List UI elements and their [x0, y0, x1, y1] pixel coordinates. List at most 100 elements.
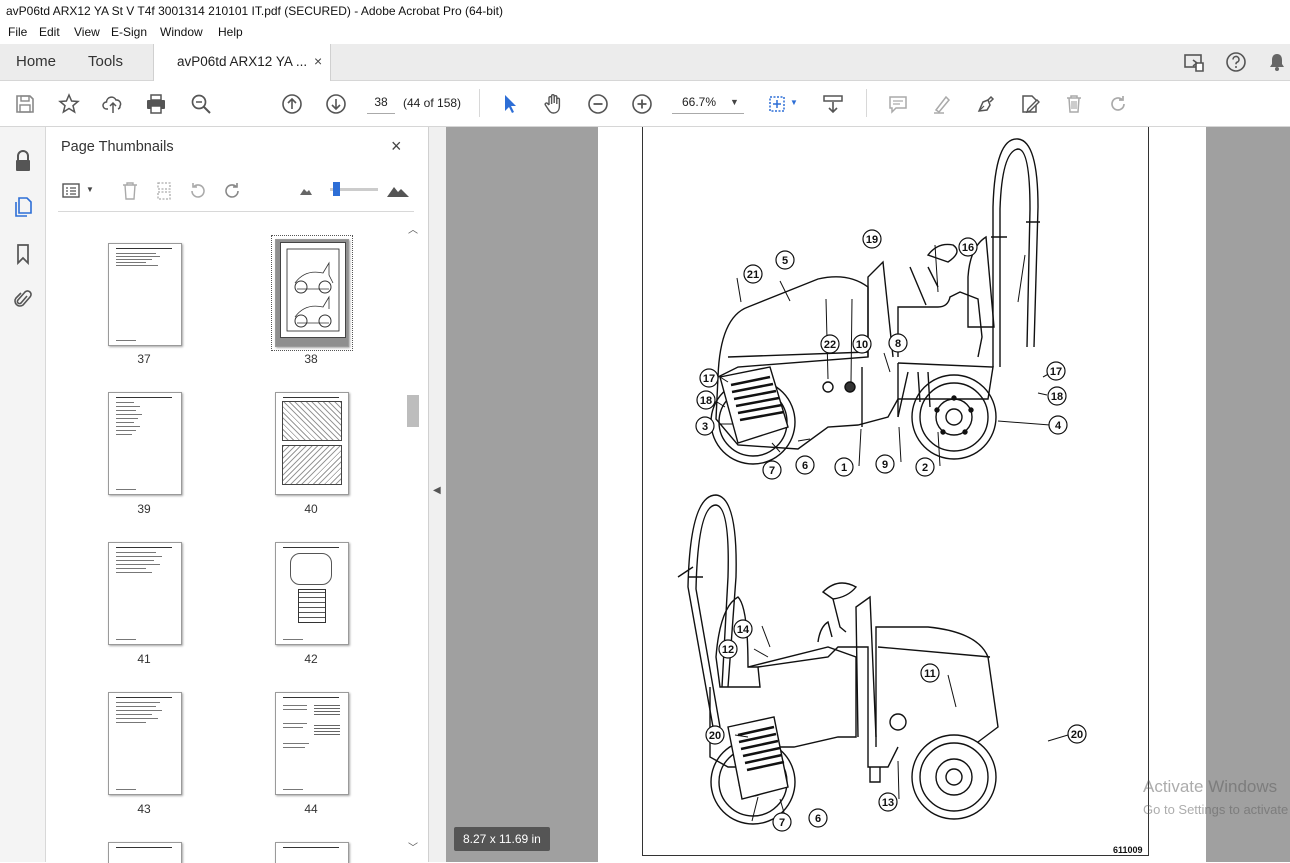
thumbnail-page-43[interactable] [108, 692, 182, 795]
callout: 20 [705, 725, 725, 745]
share-screen-icon[interactable] [1183, 52, 1207, 77]
draw-pen-icon[interactable] [973, 91, 999, 117]
callout: 13 [878, 792, 898, 812]
thumbnail-larger-icon[interactable] [386, 179, 410, 203]
delete-trash-icon[interactable] [1061, 91, 1087, 117]
callout: 16 [958, 237, 978, 257]
comment-icon[interactable] [885, 91, 911, 117]
document-view[interactable]: 19 16 21 5 22 10 8 17 17 18 18 3 4 7 6 1… [446, 127, 1290, 862]
panel-splitter[interactable]: ◀ [429, 127, 446, 862]
tab-tools[interactable]: Tools [88, 53, 123, 70]
save-icon[interactable] [12, 91, 38, 117]
attachments-paperclip-icon[interactable] [11, 287, 35, 311]
svg-text:7: 7 [779, 817, 785, 829]
menu-view[interactable]: View [74, 25, 100, 39]
menu-esign[interactable]: E-Sign [111, 25, 147, 39]
zoom-in-icon[interactable] [629, 91, 655, 117]
svg-text:3: 3 [702, 421, 708, 433]
menu-help[interactable]: Help [218, 25, 243, 39]
svg-text:11: 11 [924, 668, 936, 680]
previous-page-icon[interactable] [279, 91, 305, 117]
scroll-down-icon[interactable]: ﹀ [408, 839, 418, 854]
page-number-input[interactable]: 38 [367, 91, 395, 114]
options-chevron-icon[interactable]: ▼ [86, 185, 94, 194]
tab-close-button[interactable]: × [314, 53, 322, 69]
callout: 6 [795, 455, 815, 475]
toolbar-divider [866, 89, 867, 117]
extract-pages-icon[interactable] [152, 179, 176, 203]
thumbnail-page-partial[interactable] [108, 842, 182, 863]
thumbnail-page-40[interactable] [275, 392, 349, 495]
scrollbar-thumb[interactable] [407, 395, 419, 427]
thumbnail-size-slider-handle[interactable] [333, 182, 340, 196]
print-icon[interactable] [143, 91, 169, 117]
menu-file[interactable]: File [8, 25, 27, 39]
redo-icon[interactable] [1105, 91, 1131, 117]
thumbnail-page-41[interactable] [108, 542, 182, 645]
callout: 4 [1048, 415, 1068, 435]
fit-page-chevron-icon[interactable]: ▼ [790, 98, 798, 107]
tab-document[interactable]: avP06td ARX12 YA ... × [153, 44, 331, 81]
svg-text:1: 1 [841, 462, 847, 474]
rotate-counterclockwise-icon[interactable] [186, 179, 210, 203]
svg-text:14: 14 [737, 624, 750, 636]
edit-page-icon[interactable] [1017, 91, 1043, 117]
svg-text:16: 16 [962, 242, 974, 254]
select-cursor-icon[interactable] [497, 91, 523, 117]
window-title: avP06td ARX12 YA St V T4f 3001314 210101… [6, 4, 503, 18]
thumbnail-label: 44 [304, 802, 318, 816]
bookmark-star-icon[interactable] [56, 91, 82, 117]
left-rail [0, 127, 46, 862]
pdf-page: 19 16 21 5 22 10 8 17 17 18 18 3 4 7 6 1… [598, 127, 1206, 862]
svg-text:17: 17 [703, 373, 715, 385]
callout: 3 [695, 416, 715, 436]
rotate-clockwise-icon[interactable] [220, 179, 244, 203]
thumbnail-page-37[interactable] [108, 243, 182, 346]
delete-pages-icon[interactable] [118, 179, 142, 203]
chevron-down-icon: ▼ [730, 97, 739, 107]
menu-edit[interactable]: Edit [39, 25, 60, 39]
callouts: 19 16 21 5 22 10 8 17 17 18 18 3 4 7 6 1… [695, 229, 1087, 832]
callout: 10 [852, 334, 872, 354]
menu-window[interactable]: Window [160, 25, 203, 39]
tab-home[interactable]: Home [16, 53, 56, 70]
callout: 8 [888, 333, 908, 353]
svg-text:9: 9 [882, 459, 888, 471]
thumbnail-label: 38 [304, 352, 318, 366]
thumbnails-scrollbar[interactable]: ︿ ﹀ [406, 219, 420, 857]
thumbnail-label: 40 [304, 502, 318, 516]
svg-text:2: 2 [922, 462, 928, 474]
help-icon[interactable] [1225, 51, 1247, 76]
zoom-level-select[interactable]: 66.7% ▼ [672, 91, 744, 114]
thumbnail-page-44[interactable] [275, 692, 349, 795]
hand-tool-icon[interactable] [541, 91, 567, 117]
page-count: (44 of 158) [403, 96, 462, 110]
thumbnail-label: 37 [137, 352, 151, 366]
upload-cloud-icon[interactable] [100, 91, 126, 117]
thumbnail-page-42[interactable] [275, 542, 349, 645]
scroll-up-icon[interactable]: ︿ [408, 221, 418, 236]
scroll-mode-icon[interactable] [820, 91, 846, 117]
thumbnail-smaller-icon[interactable] [294, 179, 318, 203]
next-page-icon[interactable] [323, 91, 349, 117]
close-panel-button[interactable]: × [391, 136, 402, 157]
svg-text:13: 13 [882, 797, 894, 809]
page-thumbnails-icon[interactable] [11, 195, 35, 219]
thumbnail-page-partial[interactable] [275, 842, 349, 863]
tab-document-label: avP06td ARX12 YA ... [177, 54, 308, 69]
lock-icon[interactable] [11, 149, 35, 173]
highlight-pen-icon[interactable] [929, 91, 955, 117]
collapse-panel-icon[interactable]: ◀ [433, 485, 441, 496]
zoom-out-icon[interactable] [585, 91, 611, 117]
thumbnail-toolbar: ▼ [58, 175, 414, 212]
callout: 22 [820, 334, 840, 354]
zoom-search-icon[interactable] [188, 91, 214, 117]
svg-text:21: 21 [747, 269, 759, 281]
options-menu-icon[interactable] [60, 179, 84, 203]
bookmarks-icon[interactable] [11, 242, 35, 266]
callout: 17 [1046, 361, 1066, 381]
notifications-bell-icon[interactable] [1267, 52, 1287, 75]
thumbnail-page-39[interactable] [108, 392, 182, 495]
fit-page-icon[interactable] [764, 91, 790, 117]
thumbnail-page-38[interactable] [271, 235, 353, 351]
